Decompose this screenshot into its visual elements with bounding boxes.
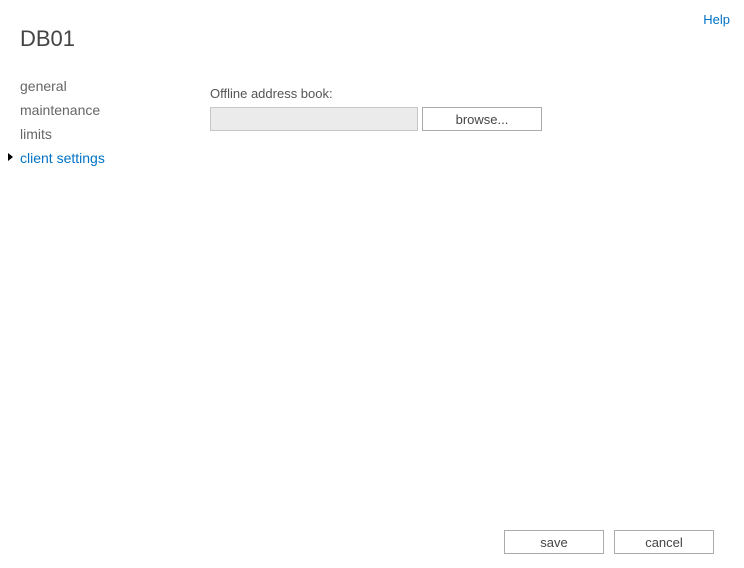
sidebar-nav: general maintenance limits client settin… [20,74,180,170]
help-link[interactable]: Help [703,12,730,27]
nav-item-label: maintenance [20,102,100,118]
oab-label: Offline address book: [210,86,724,101]
oab-row: browse... [210,107,724,131]
nav-item-general[interactable]: general [20,74,180,98]
nav-item-label: client settings [20,150,105,166]
caret-right-icon [8,153,13,161]
footer-buttons: save cancel [504,530,714,554]
save-button[interactable]: save [504,530,604,554]
nav-item-label: limits [20,126,52,142]
page-title: DB01 [20,26,75,52]
nav-item-client-settings[interactable]: client settings [20,146,180,170]
nav-item-maintenance[interactable]: maintenance [20,98,180,122]
cancel-button[interactable]: cancel [614,530,714,554]
browse-button[interactable]: browse... [422,107,542,131]
content-panel: Offline address book: browse... [210,86,724,131]
nav-item-limits[interactable]: limits [20,122,180,146]
nav-item-label: general [20,78,67,94]
oab-input[interactable] [210,107,418,131]
